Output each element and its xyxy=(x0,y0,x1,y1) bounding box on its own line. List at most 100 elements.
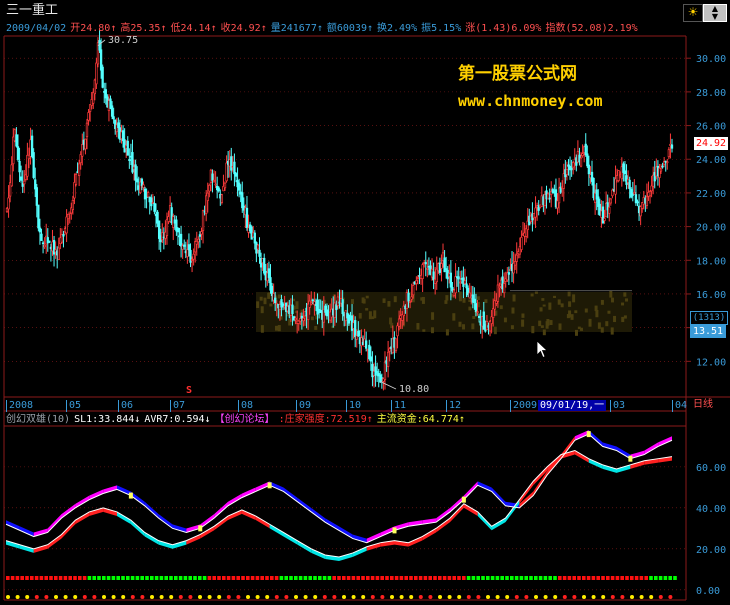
candle[interactable] xyxy=(23,180,26,185)
candle[interactable] xyxy=(408,301,412,303)
candle[interactable] xyxy=(233,161,236,175)
candle[interactable] xyxy=(43,244,46,248)
candle[interactable] xyxy=(136,178,139,183)
candle[interactable] xyxy=(126,140,129,156)
candle[interactable] xyxy=(410,296,413,300)
candle[interactable] xyxy=(7,197,10,210)
candle[interactable] xyxy=(603,218,606,221)
zhuliu-line[interactable] xyxy=(5,449,673,558)
candle[interactable] xyxy=(548,197,551,200)
candle[interactable] xyxy=(581,153,584,156)
candle[interactable] xyxy=(74,173,78,185)
candle[interactable] xyxy=(457,276,460,280)
candle[interactable] xyxy=(161,232,164,241)
candle[interactable] xyxy=(192,253,195,260)
candle[interactable] xyxy=(208,184,211,192)
candle[interactable] xyxy=(186,249,189,258)
candle[interactable] xyxy=(299,317,302,322)
candle[interactable] xyxy=(459,281,462,284)
candle[interactable] xyxy=(440,263,443,269)
candle[interactable] xyxy=(274,297,277,304)
candle[interactable] xyxy=(465,283,468,289)
candle[interactable] xyxy=(670,144,674,149)
candle[interactable] xyxy=(463,280,467,284)
candle[interactable] xyxy=(628,179,631,190)
candle[interactable] xyxy=(41,242,45,245)
candle[interactable] xyxy=(237,182,241,191)
candle[interactable] xyxy=(256,244,260,250)
candle[interactable] xyxy=(176,227,180,233)
candle[interactable] xyxy=(101,66,104,88)
candle[interactable] xyxy=(200,231,203,235)
candle[interactable] xyxy=(253,232,256,244)
candle[interactable] xyxy=(586,153,589,167)
candle[interactable] xyxy=(220,194,224,203)
candle[interactable] xyxy=(477,315,481,318)
candle[interactable] xyxy=(454,276,457,294)
candle[interactable] xyxy=(415,280,418,285)
candle[interactable] xyxy=(211,173,214,181)
candle[interactable] xyxy=(40,233,43,241)
candle[interactable] xyxy=(648,191,652,197)
candle[interactable] xyxy=(369,356,373,362)
candle[interactable] xyxy=(636,201,639,204)
candle[interactable] xyxy=(310,302,313,305)
candle[interactable] xyxy=(112,116,115,120)
candle[interactable] xyxy=(263,257,266,274)
candle[interactable] xyxy=(388,348,391,352)
candle[interactable] xyxy=(374,366,377,376)
candle[interactable] xyxy=(365,340,368,349)
indicator-series[interactable] xyxy=(5,430,677,599)
stock-chart-window[interactable]: 12.0014.0016.0018.0020.0022.0024.0026.00… xyxy=(0,0,730,605)
candle[interactable] xyxy=(37,204,40,229)
candle[interactable] xyxy=(16,146,20,160)
candle[interactable] xyxy=(48,240,51,243)
candle[interactable] xyxy=(92,92,95,104)
candle[interactable] xyxy=(134,164,137,181)
candle[interactable] xyxy=(514,261,517,266)
candle[interactable] xyxy=(666,161,669,164)
candle[interactable] xyxy=(534,207,537,218)
candle[interactable] xyxy=(432,271,435,281)
candle[interactable] xyxy=(609,198,612,204)
candle[interactable] xyxy=(110,105,114,117)
candle[interactable] xyxy=(474,303,478,313)
candle[interactable] xyxy=(515,254,518,262)
candle[interactable] xyxy=(445,268,448,270)
candle[interactable] xyxy=(498,286,501,289)
candle[interactable] xyxy=(476,311,479,313)
candle[interactable] xyxy=(650,185,653,192)
candle[interactable] xyxy=(241,192,244,209)
candle[interactable] xyxy=(297,320,300,324)
candle[interactable] xyxy=(623,170,627,175)
candle[interactable] xyxy=(212,179,216,182)
candle[interactable] xyxy=(201,210,205,231)
candle[interactable] xyxy=(81,144,84,157)
candle[interactable] xyxy=(291,304,294,315)
candle[interactable] xyxy=(614,178,617,195)
candle[interactable] xyxy=(426,268,429,270)
candle[interactable] xyxy=(77,163,81,176)
candle[interactable] xyxy=(223,182,227,189)
candle[interactable] xyxy=(73,182,76,199)
period-label[interactable]: 日线 xyxy=(693,399,713,411)
candle[interactable] xyxy=(206,192,209,201)
candle[interactable] xyxy=(18,160,21,173)
candle[interactable] xyxy=(190,259,194,261)
candle[interactable] xyxy=(645,196,649,206)
candlestick-series[interactable] xyxy=(5,30,674,391)
candle[interactable] xyxy=(424,262,427,265)
candle[interactable] xyxy=(565,169,569,175)
candle[interactable] xyxy=(267,268,271,278)
candle[interactable] xyxy=(311,299,314,302)
candle[interactable] xyxy=(84,138,87,150)
candle[interactable] xyxy=(179,233,183,247)
candle[interactable] xyxy=(128,159,131,161)
candle[interactable] xyxy=(520,236,523,250)
candle[interactable] xyxy=(584,143,587,156)
candle[interactable] xyxy=(341,299,344,315)
candle[interactable] xyxy=(473,298,476,304)
candle[interactable] xyxy=(147,192,150,198)
candle[interactable] xyxy=(95,62,98,85)
candle[interactable] xyxy=(65,216,68,234)
